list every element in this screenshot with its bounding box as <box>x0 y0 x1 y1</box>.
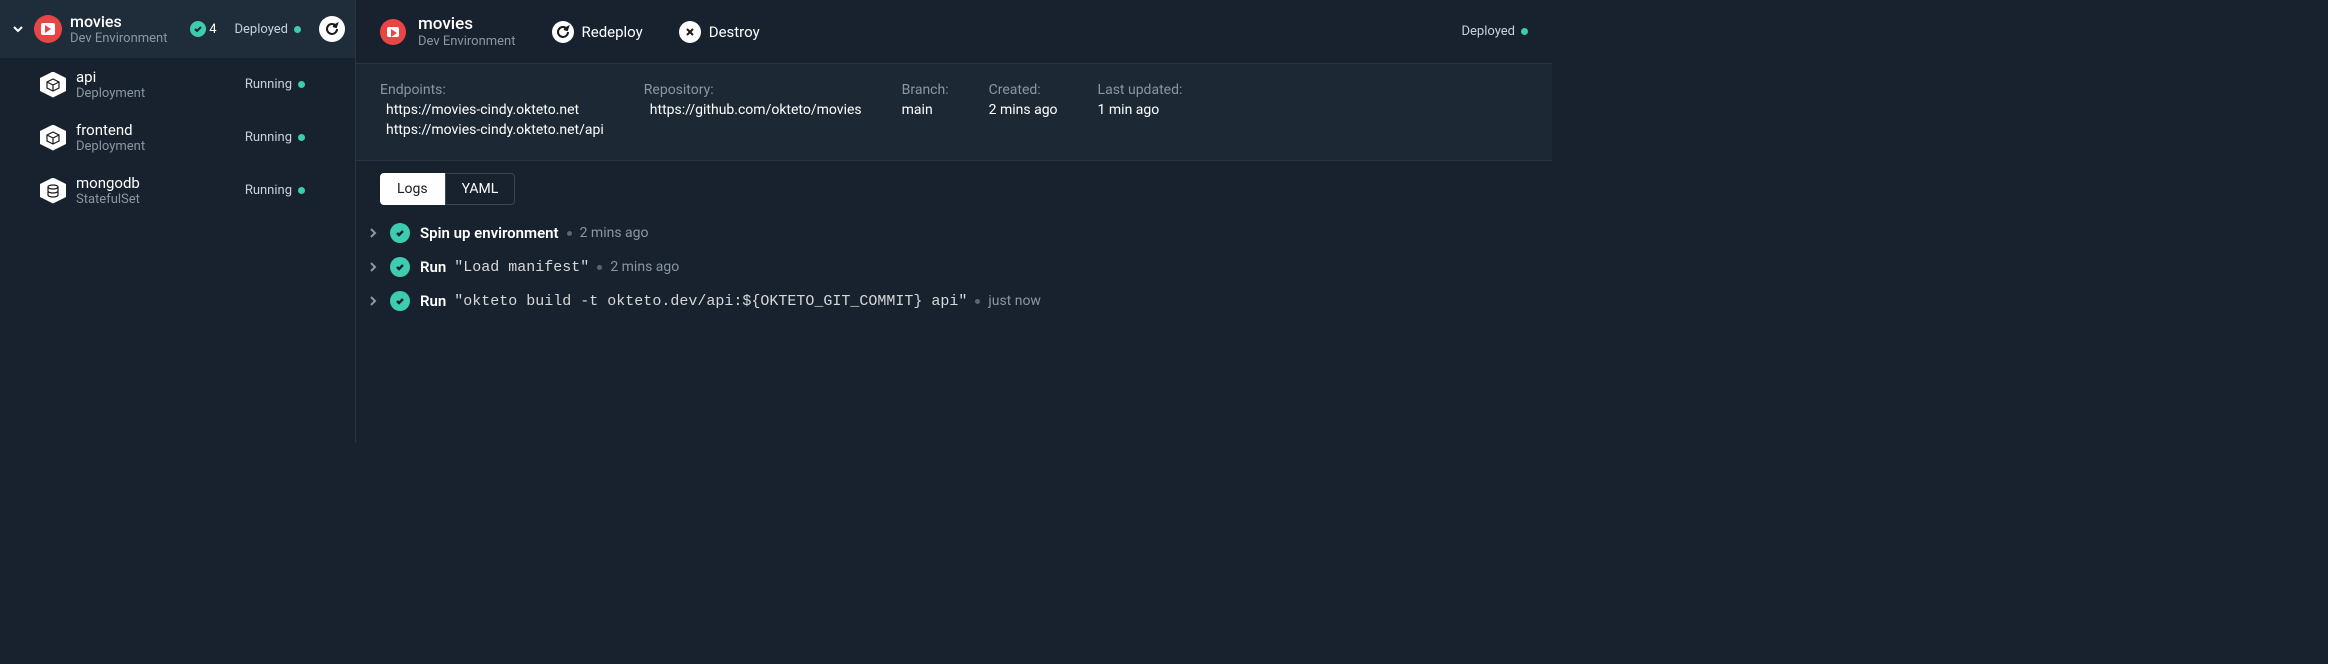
component-type: StatefulSet <box>76 192 235 207</box>
status-dot-icon <box>298 134 305 141</box>
component-status: Running <box>245 130 305 145</box>
separator-dot-icon <box>597 265 602 270</box>
tabs: Logs YAML <box>356 161 1552 205</box>
main-subtitle: Dev Environment <box>418 34 516 49</box>
log-time: just now <box>988 293 1041 309</box>
env-title-block: movies Dev Environment <box>70 12 182 46</box>
cube-icon <box>40 125 66 151</box>
endpoints-label: Endpoints: <box>380 82 604 98</box>
log-args: "Load manifest" <box>454 259 589 276</box>
log-args: "okteto build -t okteto.dev/api:${OKTETO… <box>454 293 967 310</box>
check-icon <box>190 21 206 37</box>
endpoint-link[interactable]: https://movies-cindy.okteto.net/api <box>380 122 604 138</box>
created-value: 2 mins ago <box>989 102 1058 118</box>
check-icon <box>390 257 410 277</box>
log-item[interactable]: Spin up environment 2 mins ago <box>366 221 1542 245</box>
redeploy-button[interactable]: Redeploy <box>552 21 643 43</box>
database-icon <box>40 178 66 204</box>
component-name: mongodb <box>76 174 235 192</box>
component-type: Deployment <box>76 86 235 101</box>
separator-dot-icon <box>567 231 572 236</box>
movies-app-icon <box>34 15 62 43</box>
status-dot-icon <box>1521 28 1528 35</box>
log-time: 2 mins ago <box>610 259 679 275</box>
component-status: Running <box>245 77 305 92</box>
logs-area: Spin up environment 2 mins ago Run "Load… <box>356 205 1552 329</box>
log-cmd: Run <box>420 292 446 310</box>
log-cmd: Run <box>420 258 446 276</box>
check-icon <box>390 291 410 311</box>
sidebar: movies Dev Environment 4 Deployed api De… <box>0 0 356 443</box>
chevron-down-icon[interactable] <box>10 23 26 35</box>
component-item-frontend[interactable]: frontend Deployment Running <box>0 111 355 164</box>
tab-logs[interactable]: Logs <box>380 173 445 205</box>
branch-label: Branch: <box>902 82 949 98</box>
chevron-right-icon[interactable] <box>366 228 380 238</box>
log-item[interactable]: Run "okteto build -t okteto.dev/api:${OK… <box>366 289 1542 313</box>
endpoint-link[interactable]: https://movies-cindy.okteto.net <box>380 102 604 118</box>
repository-link[interactable]: https://github.com/okteto/movies <box>644 102 862 118</box>
cube-icon <box>40 72 66 98</box>
refresh-button[interactable] <box>319 16 345 42</box>
separator-dot-icon <box>975 299 980 304</box>
component-name: frontend <box>76 121 235 139</box>
tab-yaml[interactable]: YAML <box>445 173 516 205</box>
destroy-button[interactable]: Destroy <box>679 21 760 43</box>
component-item-mongodb[interactable]: mongodb StatefulSet Running <box>0 164 355 217</box>
movies-app-icon <box>380 19 406 45</box>
chevron-right-icon[interactable] <box>366 262 380 272</box>
info-row: Endpoints: https://movies-cindy.okteto.n… <box>356 63 1552 161</box>
status-dot-icon <box>298 81 305 88</box>
main-title: movies <box>418 14 516 34</box>
status-dot-icon <box>298 187 305 194</box>
repository-label: Repository: <box>644 82 862 98</box>
main-panel: movies Dev Environment Redeploy Destroy … <box>356 0 1552 443</box>
env-badge: 4 <box>190 21 216 37</box>
log-item[interactable]: Run "Load manifest" 2 mins ago <box>366 255 1542 279</box>
log-cmd: Spin up environment <box>420 224 559 242</box>
refresh-icon <box>552 21 574 43</box>
branch-value: main <box>902 102 949 118</box>
main-status: Deployed <box>1462 24 1529 39</box>
chevron-right-icon[interactable] <box>366 296 380 306</box>
component-item-api[interactable]: api Deployment Running <box>0 58 355 111</box>
env-header[interactable]: movies Dev Environment 4 Deployed <box>0 0 355 58</box>
badge-count: 4 <box>209 22 216 37</box>
close-icon <box>679 21 701 43</box>
component-type: Deployment <box>76 139 235 154</box>
log-time: 2 mins ago <box>580 225 649 241</box>
env-title: movies <box>70 12 182 31</box>
check-icon <box>390 223 410 243</box>
created-label: Created: <box>989 82 1058 98</box>
env-subtitle: Dev Environment <box>70 31 182 46</box>
component-status: Running <box>245 183 305 198</box>
status-dot-icon <box>294 26 301 33</box>
component-name: api <box>76 68 235 86</box>
updated-label: Last updated: <box>1098 82 1183 98</box>
updated-value: 1 min ago <box>1098 102 1183 118</box>
env-status: Deployed <box>235 22 302 37</box>
main-header: movies Dev Environment Redeploy Destroy … <box>356 0 1552 63</box>
